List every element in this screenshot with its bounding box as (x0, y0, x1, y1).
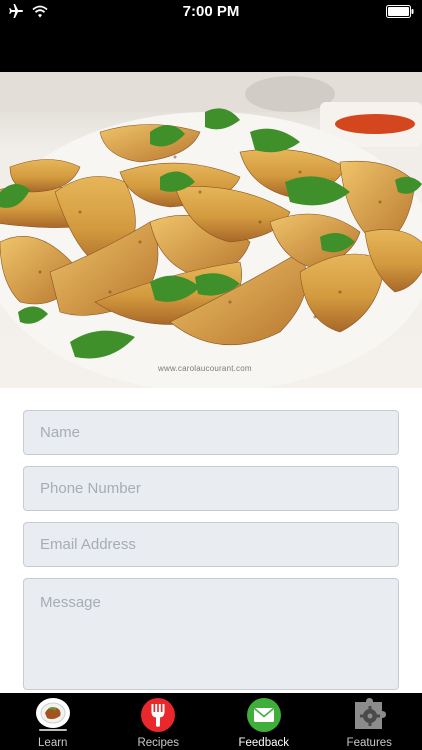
tab-features[interactable]: Features (317, 693, 422, 750)
tab-label-recipes: Recipes (137, 737, 180, 749)
tab-recipes[interactable]: Recipes (106, 693, 212, 750)
phone-number-input[interactable] (23, 466, 399, 511)
fork-icon (139, 696, 177, 739)
status-time: 7:00 PM (182, 3, 240, 20)
tab-label-features: Features (346, 737, 392, 749)
tab-learn[interactable]: Learn (0, 693, 106, 750)
message-textarea[interactable] (23, 578, 399, 690)
puzzle-gear-icon (350, 696, 388, 739)
tab-label-feedback: Feedback (238, 737, 289, 749)
envelope-icon (245, 696, 283, 739)
potato-wedges-image (0, 72, 422, 388)
tab-label-learn: Learn (38, 737, 68, 749)
tab-bar: Learn Recipes Feedback Features (0, 693, 422, 750)
photo-watermark: www.carolaucourant.com (158, 364, 252, 373)
plate-icon (34, 696, 72, 739)
status-bar: 7:00 PM (0, 0, 422, 24)
tab-feedback[interactable]: Feedback (211, 693, 317, 750)
battery-icon (386, 5, 414, 23)
navigation-bar (0, 24, 422, 72)
name-input[interactable] (23, 410, 399, 455)
feedback-form (23, 410, 399, 701)
recipe-photo (0, 72, 422, 388)
email-address-input[interactable] (23, 522, 399, 567)
